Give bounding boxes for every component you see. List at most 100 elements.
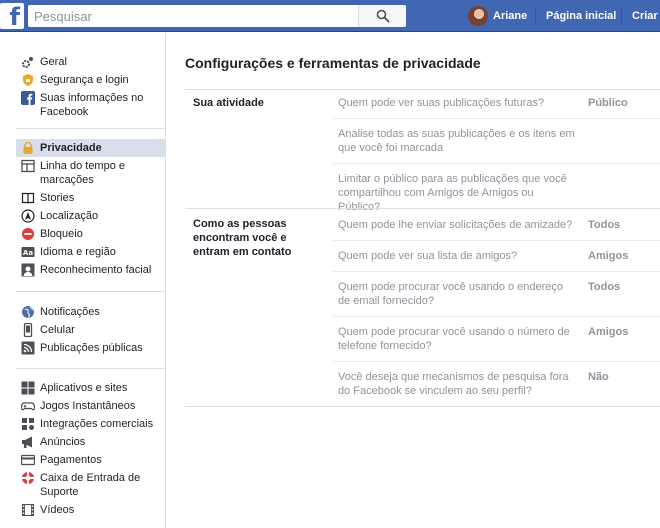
- section-label-your-activity: Sua atividade: [193, 97, 264, 109]
- sidebar-item-label: Celular: [40, 324, 75, 336]
- setting-value[interactable]: Amigos: [588, 325, 628, 339]
- setting-question: Quem pode ver suas publicações futuras?: [338, 97, 545, 109]
- sidebar-item-face-recognition[interactable]: Reconhecimento facial: [16, 261, 166, 279]
- home-link[interactable]: Página inicial: [546, 10, 616, 22]
- row-divider: [333, 163, 660, 164]
- sidebar-item-label: Vídeos: [40, 504, 75, 516]
- sidebar-group-privacy: Privacidade Linha do tempo e marcações S…: [16, 139, 166, 279]
- setting-value[interactable]: Todos: [588, 218, 620, 232]
- search-icon: [376, 9, 390, 23]
- sidebar-item-mobile[interactable]: Celular: [16, 321, 166, 339]
- sidebar-group-notifications: Notificações Celular Publicações pública…: [16, 303, 166, 357]
- section-label-how-people-find-you: Como as pessoas encontram você e entram …: [193, 218, 292, 258]
- setting-question: Quem pode procurar você usando o endereç…: [338, 281, 564, 307]
- lifebuoy-icon: [20, 471, 36, 485]
- sidebar-group-apps: Aplicativos e sites Jogos Instantâneos I…: [16, 379, 166, 519]
- svg-text:Aa: Aa: [23, 249, 33, 257]
- sidebar-item-general[interactable]: Geral: [16, 53, 166, 71]
- sidebar-item-label: Anúncios: [40, 436, 86, 448]
- block-icon: [20, 227, 36, 241]
- sidebar-item-label: Localização: [40, 210, 99, 222]
- sidebar-item-language[interactable]: Aa Idioma e região: [16, 243, 166, 261]
- search-button[interactable]: [358, 5, 406, 27]
- row-divider: [333, 240, 660, 241]
- profile-link[interactable]: Ariane: [493, 10, 527, 22]
- section-divider: [185, 89, 660, 90]
- sidebar-item-label: Notificações: [40, 306, 100, 318]
- card-icon: [20, 453, 36, 467]
- avatar[interactable]: [468, 6, 488, 26]
- sidebar-item-location[interactable]: Localização: [16, 207, 166, 225]
- sidebar-item-label: Stories: [40, 192, 75, 204]
- sidebar-item-label: Reconhecimento facial: [40, 264, 152, 276]
- megaphone-icon: [20, 435, 36, 449]
- sidebar-item-label: Publicações públicas: [40, 342, 143, 354]
- setting-question: Quem pode ver sua lista de amigos?: [338, 250, 518, 262]
- setting-question: Quem pode procurar você usando o número …: [338, 326, 570, 352]
- facebook-icon: [20, 91, 36, 105]
- sidebar-divider: [16, 368, 166, 369]
- row-divider: [333, 316, 660, 317]
- search-input[interactable]: [28, 5, 368, 27]
- book-icon: [20, 191, 36, 205]
- shield-icon: [20, 73, 36, 87]
- sidebar-item-label: Jogos Instantâneos: [40, 400, 136, 412]
- language-icon: Aa: [20, 245, 36, 259]
- sidebar-item-ads[interactable]: Anúncios: [16, 433, 166, 451]
- sidebar-item-label: Bloqueio: [40, 228, 83, 240]
- phone-icon: [20, 323, 36, 337]
- setting-value[interactable]: Público: [588, 96, 628, 110]
- location-icon: [20, 209, 36, 223]
- gamepad-icon: [20, 399, 36, 413]
- gears-icon: [20, 55, 36, 69]
- sidebar-item-label: Integrações comerciais: [40, 418, 154, 430]
- sidebar-item-videos[interactable]: Vídeos: [16, 501, 166, 519]
- sidebar-item-blocking[interactable]: Bloqueio: [16, 225, 166, 243]
- row-divider: [333, 118, 660, 119]
- sidebar-item-security[interactable]: Segurança e login: [16, 71, 166, 89]
- setting-value[interactable]: Amigos: [588, 249, 628, 263]
- section-divider: [185, 208, 660, 209]
- page-title: Configurações e ferramentas de privacida…: [185, 55, 481, 71]
- row-divider: [333, 361, 660, 362]
- sidebar-item-privacy[interactable]: Privacidade: [16, 139, 166, 157]
- sidebar-item-support-inbox[interactable]: Caixa de Entrada de Suporte: [16, 469, 166, 501]
- sidebar-item-label: Linha do tempo e marcações: [40, 160, 126, 186]
- sidebar-item-label: Aplicativos e sites: [40, 382, 128, 394]
- face-recognition-icon: [20, 263, 36, 277]
- sidebar-item-instant-games[interactable]: Jogos Instantâneos: [16, 397, 166, 415]
- sidebar-item-stories[interactable]: Stories: [16, 189, 166, 207]
- setting-question: Você deseja que mecanismos de pesquisa f…: [338, 371, 569, 397]
- create-link[interactable]: Criar: [632, 10, 658, 22]
- sidebar-item-timeline-tagging[interactable]: Linha do tempo e marcações: [16, 157, 166, 189]
- setting-value[interactable]: Todos: [588, 280, 620, 294]
- sidebar-divider: [16, 128, 166, 129]
- film-icon: [20, 503, 36, 517]
- nav-divider: [621, 9, 622, 23]
- sidebar-item-public-posts[interactable]: Publicações públicas: [16, 339, 166, 357]
- setting-value[interactable]: Não: [588, 370, 609, 384]
- sidebar-item-label: Privacidade: [40, 142, 102, 154]
- lock-icon: [20, 141, 36, 155]
- sidebar-divider: [16, 291, 166, 292]
- sidebar-item-label: Segurança e login: [40, 74, 129, 86]
- setting-question: Quem pode lhe enviar solicitações de ami…: [338, 219, 573, 231]
- facebook-logo-icon[interactable]: f: [0, 3, 24, 29]
- sidebar-item-apps-websites[interactable]: Aplicativos e sites: [16, 379, 166, 397]
- apps-icon: [20, 381, 36, 395]
- sidebar-item-label: Suas informações no Facebook: [40, 92, 144, 118]
- sidebar-item-payments[interactable]: Pagamentos: [16, 451, 166, 469]
- sidebar-item-business-integrations[interactable]: Integrações comerciais: [16, 415, 166, 433]
- business-icon: [20, 417, 36, 431]
- nav-divider: [535, 9, 536, 23]
- settings-sidebar: Geral Segurança e login Suas informações…: [0, 33, 166, 528]
- sidebar-item-notifications[interactable]: Notificações: [16, 303, 166, 321]
- sidebar-item-your-facebook-information[interactable]: Suas informações no Facebook: [16, 89, 166, 121]
- rss-icon: [20, 341, 36, 355]
- top-bar: f Ariane Página inicial Criar: [0, 0, 660, 32]
- sidebar-group-account: Geral Segurança e login Suas informações…: [16, 53, 166, 121]
- sidebar-item-label: Geral: [40, 56, 67, 68]
- sidebar-item-label: Idioma e região: [40, 246, 116, 258]
- globe-icon: [20, 305, 36, 319]
- setting-question: Analise todas as suas publicações e os i…: [338, 128, 575, 154]
